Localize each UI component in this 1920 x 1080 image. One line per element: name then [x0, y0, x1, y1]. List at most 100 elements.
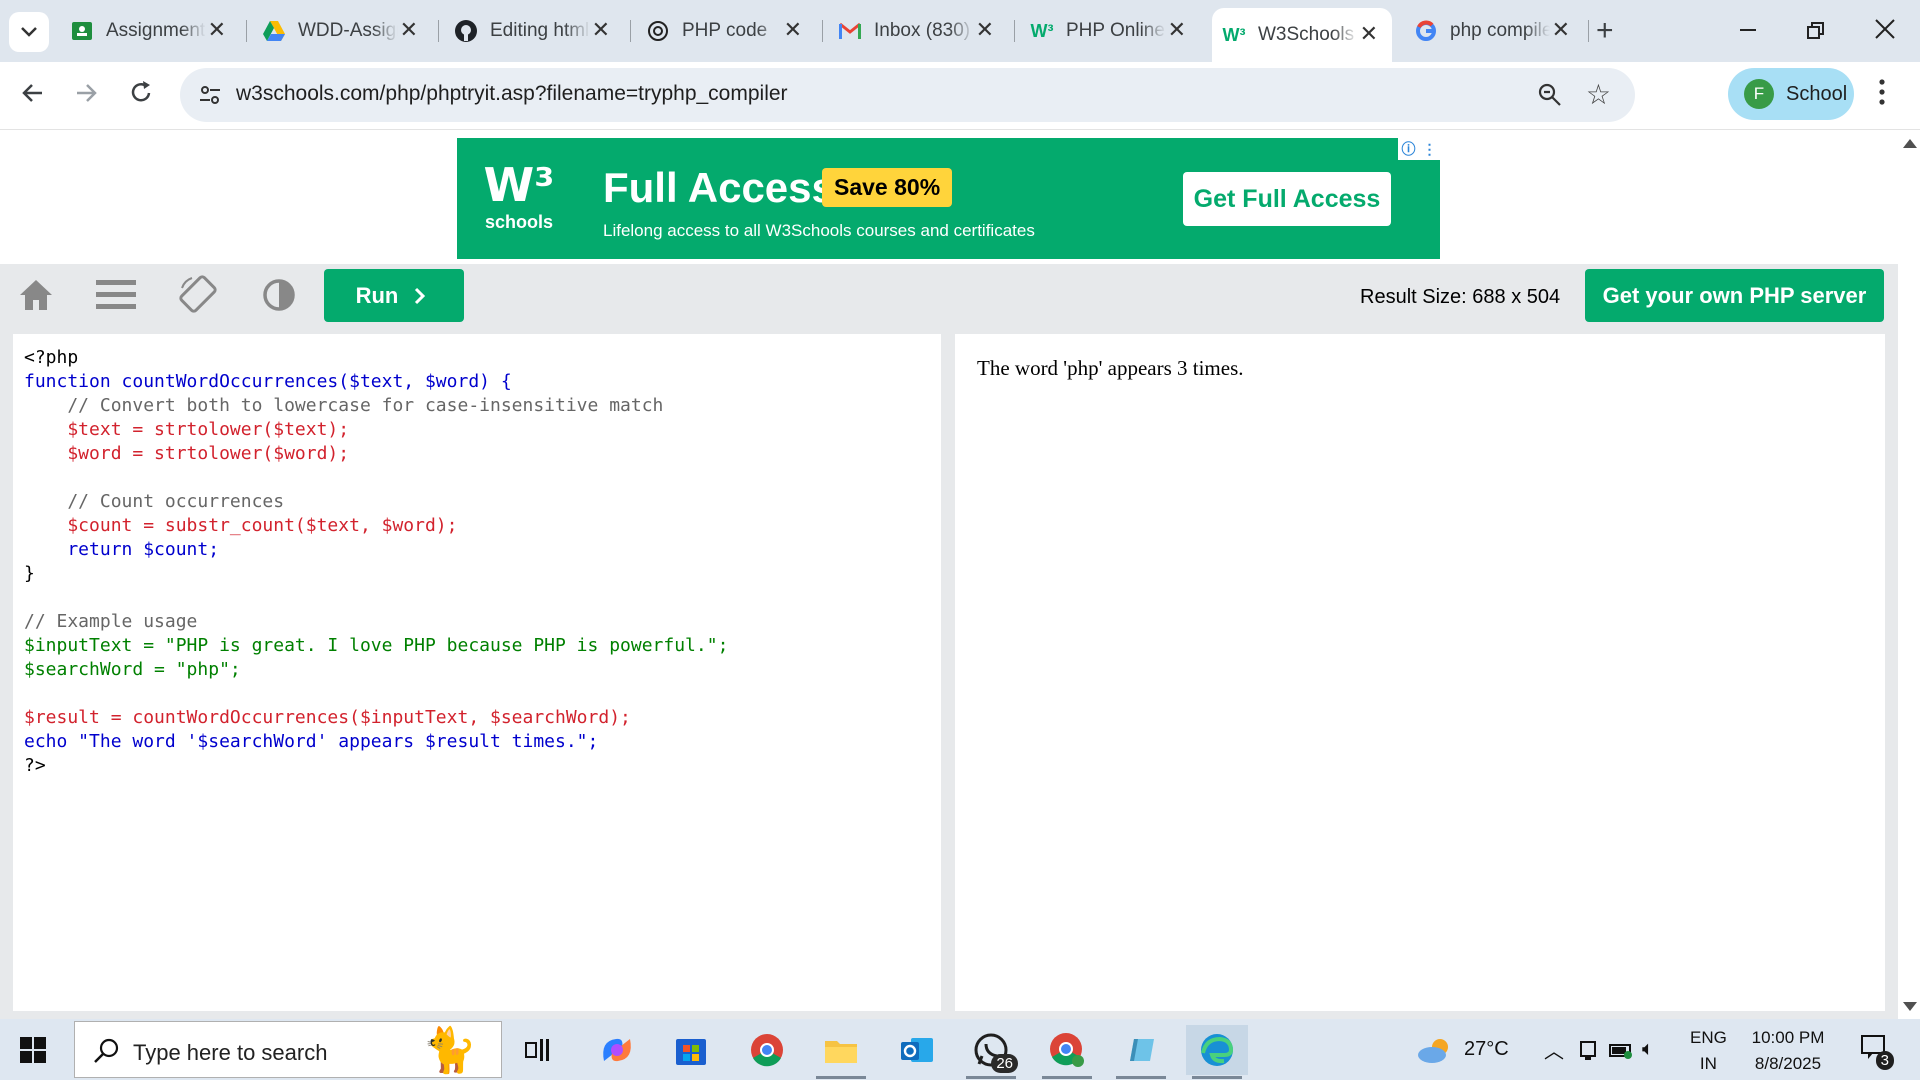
- task-view-button[interactable]: [508, 1025, 570, 1075]
- info-icon[interactable]: ⓘ: [1402, 139, 1416, 159]
- address-bar[interactable]: w3schools.com/php/phptryit.asp?filename=…: [180, 68, 1635, 122]
- copilot-app[interactable]: [586, 1025, 648, 1075]
- file-explorer-app[interactable]: [810, 1025, 872, 1079]
- page-scrollbar[interactable]: [1898, 131, 1920, 1019]
- language-indicator[interactable]: ENG IN: [1690, 1025, 1727, 1077]
- new-tab-button[interactable]: +: [1596, 14, 1614, 48]
- edge-app[interactable]: [1186, 1025, 1248, 1079]
- taskbar-search[interactable]: Type here to search 🐈: [74, 1021, 502, 1078]
- zoom-icon[interactable]: [1537, 82, 1563, 108]
- code-line: $inputText = "PHP is great. I love PHP b…: [24, 635, 729, 656]
- gmail-icon: [838, 19, 862, 43]
- classroom-icon: [70, 19, 94, 43]
- code-editor[interactable]: <?php function countWordOccurrences($tex…: [13, 334, 941, 1011]
- code-line: $count = substr_count($text, $word);: [24, 515, 458, 536]
- tryit-toolbar: Run Result Size: 688 x 504 Get your own …: [0, 264, 1898, 327]
- menu-icon[interactable]: [96, 278, 136, 312]
- restore-button[interactable]: [1806, 20, 1826, 48]
- tryit-panes: <?php function countWordOccurrences($tex…: [0, 327, 1898, 1019]
- code-content[interactable]: <?php function countWordOccurrences($tex…: [13, 334, 941, 778]
- tab-php-code[interactable]: PHP code ✕: [646, 12, 816, 50]
- close-icon[interactable]: ✕: [208, 18, 226, 42]
- tab-assignment[interactable]: Assignment ✕: [70, 12, 240, 50]
- meet-now-icon[interactable]: [1578, 1039, 1598, 1061]
- menu-button[interactable]: [1878, 78, 1886, 112]
- tab-php-compiler[interactable]: php compiler ✕: [1414, 12, 1584, 50]
- close-icon[interactable]: ✕: [784, 18, 802, 42]
- code-line: echo "The word '$searchWord' appears $re…: [24, 731, 599, 752]
- scroll-up-arrow[interactable]: [1903, 139, 1917, 148]
- run-label: Run: [355, 282, 399, 308]
- microsoft-store-app[interactable]: [660, 1025, 722, 1075]
- search-placeholder: Type here to search: [133, 1040, 328, 1065]
- folder-icon: [825, 1041, 857, 1063]
- whatsapp-app[interactable]: 26: [960, 1025, 1022, 1079]
- close-icon[interactable]: ✕: [1168, 18, 1186, 42]
- windows-start-icon[interactable]: [20, 1037, 46, 1063]
- chrome-profile-app[interactable]: [1036, 1025, 1098, 1079]
- tab-php-online[interactable]: W³ PHP Online ✕: [1030, 12, 1200, 50]
- close-icon[interactable]: ✕: [1360, 22, 1378, 46]
- rotate-orientation-icon[interactable]: [178, 274, 218, 314]
- outlook-app[interactable]: [886, 1025, 948, 1075]
- site-info-icon[interactable]: [198, 83, 222, 107]
- get-full-access-button[interactable]: Get Full Access: [1183, 172, 1391, 226]
- code-line: }: [24, 563, 35, 584]
- tab-inbox[interactable]: Inbox (830) ✕: [838, 12, 1008, 50]
- close-icon[interactable]: ✕: [592, 18, 610, 42]
- close-window-button[interactable]: [1874, 18, 1896, 47]
- chevron-up-icon[interactable]: ︿: [1544, 1035, 1564, 1064]
- tab-strip: Assignment ✕ WDD-Assignment ✕ Editing ht…: [0, 0, 1920, 62]
- home-icon[interactable]: [18, 278, 54, 312]
- tab-title: php compiler: [1450, 20, 1550, 41]
- ad-choices[interactable]: ⓘ ⋮: [1398, 138, 1440, 160]
- notification-center-button[interactable]: 3: [1860, 1033, 1894, 1070]
- code-line: return $count;: [24, 539, 220, 560]
- code-line: $word = strtolower($word);: [24, 443, 350, 464]
- arrow-right-icon: [77, 84, 97, 102]
- cloud-sun-icon: [1418, 1038, 1448, 1063]
- run-button[interactable]: Run: [324, 269, 464, 322]
- more-vert-icon[interactable]: ⋮: [1423, 141, 1437, 158]
- back-button[interactable]: [20, 78, 46, 114]
- ad-banner[interactable]: W³ schools Full Access Save 80% Lifelong…: [457, 138, 1440, 259]
- close-icon[interactable]: ✕: [1552, 18, 1570, 42]
- forward-button[interactable]: [73, 78, 99, 114]
- code-line: $searchWord = "php";: [24, 659, 241, 680]
- github-icon: [454, 19, 478, 43]
- code-line: $text = strtolower($text);: [24, 419, 350, 440]
- weather-widget[interactable]: 27°C: [1414, 1019, 1509, 1080]
- clock[interactable]: 10:00 PM 8/8/2025: [1750, 1025, 1826, 1077]
- battery-icon[interactable]: [1608, 1040, 1634, 1060]
- chevron-right-icon: [415, 287, 426, 304]
- w3schools-logo: W³ schools: [479, 162, 559, 233]
- tab-w3schools-active[interactable]: W³ W3Schools ✕: [1212, 8, 1392, 62]
- google-icon: [1414, 19, 1438, 43]
- code-line: ?>: [24, 755, 46, 776]
- theme-contrast-icon[interactable]: [262, 278, 296, 312]
- close-icon[interactable]: ✕: [976, 18, 994, 42]
- get-own-server-button[interactable]: Get your own PHP server: [1585, 269, 1884, 322]
- tab-editing-html[interactable]: Editing html ✕: [454, 12, 624, 50]
- tab-wdd-assignment[interactable]: WDD-Assignment ✕: [262, 12, 432, 50]
- result-size-label: Result Size: 688 x 504: [1360, 286, 1561, 308]
- tab-title: W3Schools: [1258, 24, 1355, 45]
- edge-icon: [1201, 1034, 1234, 1066]
- arrow-left-icon: [22, 84, 42, 102]
- close-icon[interactable]: ✕: [400, 18, 418, 42]
- chrome-app[interactable]: [736, 1025, 798, 1075]
- volume-icon[interactable]: 🔈︎: [1642, 1038, 1654, 1061]
- search-icon: [94, 1038, 119, 1063]
- chatgpt-icon: [646, 19, 670, 43]
- reload-button[interactable]: [128, 78, 154, 114]
- bookmark-star-icon[interactable]: ☆: [1586, 78, 1611, 111]
- store-icon: [676, 1039, 706, 1065]
- code-line: function countWordOccurrences($text, $wo…: [24, 371, 512, 392]
- w3schools-icon: W³: [1222, 24, 1246, 45]
- scroll-down-arrow[interactable]: [1903, 1002, 1917, 1011]
- tab-search-button[interactable]: [9, 12, 49, 52]
- notepad-app[interactable]: [1110, 1025, 1172, 1079]
- profile-button[interactable]: F School: [1728, 68, 1854, 120]
- minimize-button[interactable]: [1738, 10, 1758, 57]
- running-indicator: [1192, 1076, 1242, 1079]
